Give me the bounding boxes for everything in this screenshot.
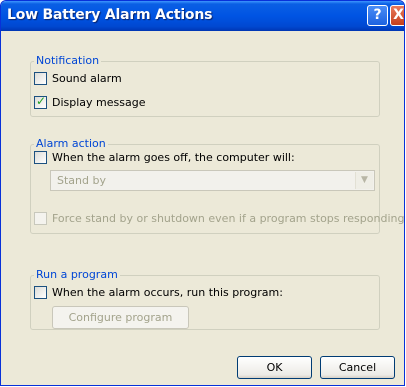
title-bar[interactable]: Low Battery Alarm Actions ? X [1,1,404,31]
help-button[interactable]: ? [367,5,388,26]
close-button[interactable]: X [390,5,404,26]
run-program-group-label: Run a program [34,268,120,281]
force-standby-label[interactable]: Force stand by or shutdown even if a pro… [52,212,404,225]
notification-group-label: Notification [34,54,102,67]
alarm-action-select-value: Stand by [57,174,106,187]
help-icon: ? [373,7,382,23]
sound-alarm-label[interactable]: Sound alarm [52,72,122,85]
dropdown-arrow-icon[interactable]: ▼ [355,172,373,189]
display-message-checkbox[interactable]: ✓ [34,94,47,109]
dialog-window: Low Battery Alarm Actions ? X Notificati… [0,0,405,386]
cancel-button[interactable]: Cancel [320,356,395,379]
alarm-action-select[interactable]: Stand by ▼ [50,170,375,191]
force-standby-checkbox[interactable] [34,212,47,225]
run-program-checkbox[interactable] [34,286,47,299]
window-title: Low Battery Alarm Actions [7,7,213,23]
ok-button[interactable]: OK [237,356,312,379]
checkmark-icon: ✓ [36,94,47,108]
sound-alarm-checkbox[interactable] [34,72,47,85]
close-icon: X [393,7,404,23]
alarm-action-label[interactable]: When the alarm goes off, the computer wi… [52,151,295,164]
run-program-label[interactable]: When the alarm occurs, run this program: [52,286,283,299]
alarm-action-group-label: Alarm action [34,137,108,150]
display-message-label[interactable]: Display message [52,96,145,109]
alarm-action-checkbox[interactable] [34,151,47,164]
configure-program-button[interactable]: Configure program [52,306,189,329]
